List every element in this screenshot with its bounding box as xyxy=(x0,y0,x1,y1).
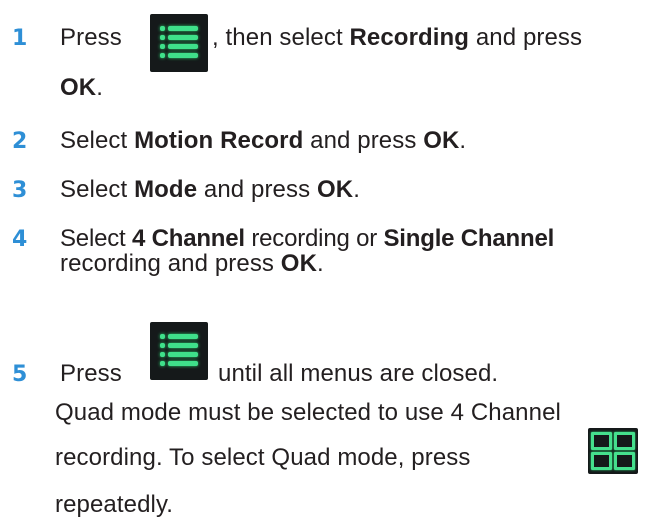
step-1-line-1-continued: , then select Recording and press xyxy=(212,24,582,52)
step-1-press-text: Press xyxy=(60,24,122,51)
step-1-period: . xyxy=(96,74,103,101)
step-4-four-channel-label: 4 Channel xyxy=(131,225,245,252)
step-1-and-press-text: and press xyxy=(469,24,583,51)
step-number-1: 1 xyxy=(12,26,28,51)
menu-list-icon xyxy=(150,322,208,380)
step-1-recording-label: Recording xyxy=(349,24,470,51)
step-1-line-1: Press xyxy=(60,24,122,52)
step-number-2: 2 xyxy=(12,129,28,154)
step-5-until-closed-text: until all menus are closed. xyxy=(218,360,499,387)
step-4-line-1: Select 4 Channel recording or Single Cha… xyxy=(60,225,554,253)
step-3-period: . xyxy=(353,176,360,203)
step-3-select-text: Select xyxy=(60,176,135,203)
step-4-single-channel-label: Single Channel xyxy=(383,225,555,252)
step-4-period: . xyxy=(317,250,324,277)
step-4-ok-label: OK xyxy=(280,250,317,277)
step-4-line-2: recording and press OK. xyxy=(60,250,324,278)
step-3-and-press-text: and press xyxy=(197,176,317,203)
step-4-select-text: Select xyxy=(60,225,132,252)
step-2-motion-record-label: Motion Record xyxy=(134,127,304,154)
note-line-2: recording. To select Quad mode, press xyxy=(55,444,471,471)
step-2-ok-label: OK xyxy=(423,127,460,154)
step-3-ok-label: OK xyxy=(316,176,354,203)
step-4-recording-or-text: recording or xyxy=(244,225,384,252)
note-line-3: repeatedly. xyxy=(55,491,174,518)
step-3-mode-label: Mode xyxy=(134,176,198,203)
quad-view-icon xyxy=(588,428,638,474)
step-4-recording-and-press-text: recording and press xyxy=(60,250,281,277)
step-number-3: 3 xyxy=(12,178,28,203)
step-2-select-text: Select xyxy=(60,127,135,154)
step-number-5: 5 xyxy=(12,362,28,387)
step-2-and-press-text: and press xyxy=(303,127,424,154)
step-number-4: 4 xyxy=(12,227,28,252)
step-3-text: Select Mode and press OK. xyxy=(60,176,360,204)
step-1-ok-label: OK xyxy=(60,74,97,101)
step-2-text: Select Motion Record and press OK. xyxy=(60,127,466,155)
step-2-period: . xyxy=(459,127,467,154)
step-1-line-2: OK. xyxy=(60,74,103,102)
step-5-press-text: Press xyxy=(60,360,122,387)
step-1-then-select-text: , then select xyxy=(212,24,350,51)
menu-list-icon xyxy=(150,14,208,72)
note-line-1: Quad mode must be selected to use 4 Chan… xyxy=(55,399,561,426)
